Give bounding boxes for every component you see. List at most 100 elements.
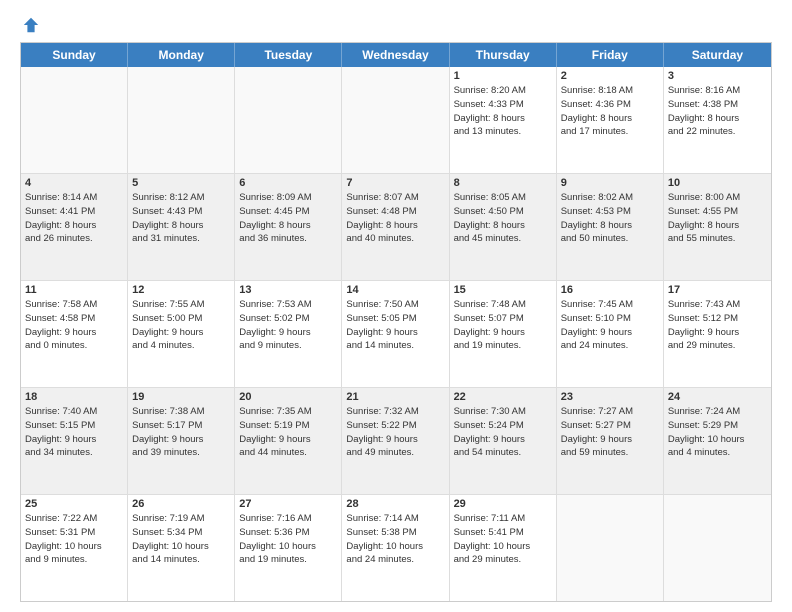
calendar-cell-3-3: 21 Sunrise: 7:32 AM Sunset: 5:22 PM Dayli… [342, 388, 449, 494]
calendar: SundayMondayTuesdayWednesdayThursdayFrid… [20, 42, 772, 602]
calendar-row-3: 18 Sunrise: 7:40 AM Sunset: 5:15 PM Dayli… [21, 388, 771, 495]
weekday-header-sunday: Sunday [21, 43, 128, 67]
calendar-cell-0-0 [21, 67, 128, 173]
day-info: Sunrise: 8:09 AM Sunset: 4:45 PM Dayligh… [239, 191, 337, 246]
day-number: 13 [239, 284, 337, 296]
day-info: Sunrise: 7:24 AM Sunset: 5:29 PM Dayligh… [668, 405, 767, 460]
calendar-cell-2-6: 17 Sunrise: 7:43 AM Sunset: 5:12 PM Dayli… [664, 281, 771, 387]
day-number: 6 [239, 177, 337, 189]
calendar-cell-0-1 [128, 67, 235, 173]
calendar-cell-2-5: 16 Sunrise: 7:45 AM Sunset: 5:10 PM Dayli… [557, 281, 664, 387]
day-number: 27 [239, 498, 337, 510]
day-info: Sunrise: 8:18 AM Sunset: 4:36 PM Dayligh… [561, 84, 659, 139]
day-number: 19 [132, 391, 230, 403]
day-info: Sunrise: 7:19 AM Sunset: 5:34 PM Dayligh… [132, 512, 230, 567]
weekday-header-tuesday: Tuesday [235, 43, 342, 67]
day-info: Sunrise: 8:02 AM Sunset: 4:53 PM Dayligh… [561, 191, 659, 246]
day-info: Sunrise: 8:16 AM Sunset: 4:38 PM Dayligh… [668, 84, 767, 139]
day-number: 2 [561, 70, 659, 82]
day-number: 26 [132, 498, 230, 510]
day-info: Sunrise: 7:11 AM Sunset: 5:41 PM Dayligh… [454, 512, 552, 567]
calendar-row-0: 1 Sunrise: 8:20 AM Sunset: 4:33 PM Daylig… [21, 67, 771, 174]
day-info: Sunrise: 7:16 AM Sunset: 5:36 PM Dayligh… [239, 512, 337, 567]
day-number: 16 [561, 284, 659, 296]
weekday-header-monday: Monday [128, 43, 235, 67]
day-number: 12 [132, 284, 230, 296]
calendar-cell-2-4: 15Sunrise: 7:48 AM Sunset: 5:07 PM Dayli… [450, 281, 557, 387]
day-number: 20 [239, 391, 337, 403]
day-number: 10 [668, 177, 767, 189]
day-info: Sunrise: 7:14 AM Sunset: 5:38 PM Dayligh… [346, 512, 444, 567]
day-number: 4 [25, 177, 123, 189]
day-number: 11 [25, 284, 123, 296]
day-info: Sunrise: 8:00 AM Sunset: 4:55 PM Dayligh… [668, 191, 767, 246]
day-number: 3 [668, 70, 767, 82]
day-number: 18 [25, 391, 123, 403]
day-number: 14 [346, 284, 444, 296]
day-info: Sunrise: 7:55 AM Sunset: 5:00 PM Dayligh… [132, 298, 230, 353]
weekday-header-friday: Friday [557, 43, 664, 67]
day-number: 15 [454, 284, 552, 296]
calendar-cell-4-4: 29 Sunrise: 7:11 AM Sunset: 5:41 PM Dayli… [450, 495, 557, 601]
day-number: 22 [454, 391, 552, 403]
calendar-body: 1 Sunrise: 8:20 AM Sunset: 4:33 PM Daylig… [21, 67, 771, 601]
calendar-row-1: 4 Sunrise: 8:14 AM Sunset: 4:41 PM Daylig… [21, 174, 771, 281]
day-number: 28 [346, 498, 444, 510]
calendar-cell-0-2 [235, 67, 342, 173]
day-number: 7 [346, 177, 444, 189]
calendar-cell-2-1: 12 Sunrise: 7:55 AM Sunset: 5:00 PM Dayli… [128, 281, 235, 387]
calendar-cell-4-2: 27 Sunrise: 7:16 AM Sunset: 5:36 PM Dayli… [235, 495, 342, 601]
day-info: Sunrise: 7:38 AM Sunset: 5:17 PM Dayligh… [132, 405, 230, 460]
calendar-cell-0-6: 3 Sunrise: 8:16 AM Sunset: 4:38 PM Daylig… [664, 67, 771, 173]
day-info: Sunrise: 7:35 AM Sunset: 5:19 PM Dayligh… [239, 405, 337, 460]
calendar-cell-1-2: 6 Sunrise: 8:09 AM Sunset: 4:45 PM Daylig… [235, 174, 342, 280]
day-number: 29 [454, 498, 552, 510]
logo [20, 16, 40, 34]
day-info: Sunrise: 7:58 AM Sunset: 4:58 PM Dayligh… [25, 298, 123, 353]
calendar-cell-2-2: 13 Sunrise: 7:53 AM Sunset: 5:02 PM Dayli… [235, 281, 342, 387]
calendar-cell-1-3: 7 Sunrise: 8:07 AM Sunset: 4:48 PM Daylig… [342, 174, 449, 280]
calendar-cell-1-4: 8 Sunrise: 8:05 AM Sunset: 4:50 PM Daylig… [450, 174, 557, 280]
day-number: 23 [561, 391, 659, 403]
day-info: Sunrise: 8:12 AM Sunset: 4:43 PM Dayligh… [132, 191, 230, 246]
calendar-cell-3-2: 20 Sunrise: 7:35 AM Sunset: 5:19 PM Dayli… [235, 388, 342, 494]
day-number: 8 [454, 177, 552, 189]
calendar-cell-1-6: 10 Sunrise: 8:00 AM Sunset: 4:55 PM Dayli… [664, 174, 771, 280]
logo-icon [22, 16, 40, 34]
page: SundayMondayTuesdayWednesdayThursdayFrid… [0, 0, 792, 612]
calendar-cell-3-4: 22 Sunrise: 7:30 AM Sunset: 5:24 PM Dayli… [450, 388, 557, 494]
day-info: Sunrise: 7:30 AM Sunset: 5:24 PM Dayligh… [454, 405, 552, 460]
calendar-cell-3-0: 18 Sunrise: 7:40 AM Sunset: 5:15 PM Dayli… [21, 388, 128, 494]
day-info: Sunrise: 7:53 AM Sunset: 5:02 PM Dayligh… [239, 298, 337, 353]
calendar-cell-1-5: 9 Sunrise: 8:02 AM Sunset: 4:53 PM Daylig… [557, 174, 664, 280]
day-info: Sunrise: 8:07 AM Sunset: 4:48 PM Dayligh… [346, 191, 444, 246]
weekday-header-thursday: Thursday [450, 43, 557, 67]
day-number: 21 [346, 391, 444, 403]
day-number: 9 [561, 177, 659, 189]
day-info: Sunrise: 8:14 AM Sunset: 4:41 PM Dayligh… [25, 191, 123, 246]
day-info: Sunrise: 8:05 AM Sunset: 4:50 PM Dayligh… [454, 191, 552, 246]
day-number: 5 [132, 177, 230, 189]
day-info: Sunrise: 7:45 AM Sunset: 5:10 PM Dayligh… [561, 298, 659, 353]
calendar-row-4: 25Sunrise: 7:22 AM Sunset: 5:31 PM Dayli… [21, 495, 771, 601]
weekday-header-wednesday: Wednesday [342, 43, 449, 67]
calendar-cell-3-5: 23 Sunrise: 7:27 AM Sunset: 5:27 PM Dayli… [557, 388, 664, 494]
day-number: 1 [454, 70, 552, 82]
calendar-cell-1-0: 4 Sunrise: 8:14 AM Sunset: 4:41 PM Daylig… [21, 174, 128, 280]
calendar-cell-4-5 [557, 495, 664, 601]
day-info: Sunrise: 7:27 AM Sunset: 5:27 PM Dayligh… [561, 405, 659, 460]
day-info: Sunrise: 7:32 AM Sunset: 5:22 PM Dayligh… [346, 405, 444, 460]
calendar-cell-1-1: 5 Sunrise: 8:12 AM Sunset: 4:43 PM Daylig… [128, 174, 235, 280]
calendar-cell-2-3: 14Sunrise: 7:50 AM Sunset: 5:05 PM Dayli… [342, 281, 449, 387]
calendar-cell-4-1: 26 Sunrise: 7:19 AM Sunset: 5:34 PM Dayli… [128, 495, 235, 601]
calendar-cell-0-3 [342, 67, 449, 173]
calendar-cell-4-3: 28 Sunrise: 7:14 AM Sunset: 5:38 PM Dayli… [342, 495, 449, 601]
day-info: Sunrise: 7:43 AM Sunset: 5:12 PM Dayligh… [668, 298, 767, 353]
calendar-cell-4-0: 25Sunrise: 7:22 AM Sunset: 5:31 PM Dayli… [21, 495, 128, 601]
day-number: 17 [668, 284, 767, 296]
day-number: 24 [668, 391, 767, 403]
day-info: Sunrise: 7:40 AM Sunset: 5:15 PM Dayligh… [25, 405, 123, 460]
calendar-cell-0-5: 2 Sunrise: 8:18 AM Sunset: 4:36 PM Daylig… [557, 67, 664, 173]
day-info: Sunrise: 8:20 AM Sunset: 4:33 PM Dayligh… [454, 84, 552, 139]
header [20, 16, 772, 34]
